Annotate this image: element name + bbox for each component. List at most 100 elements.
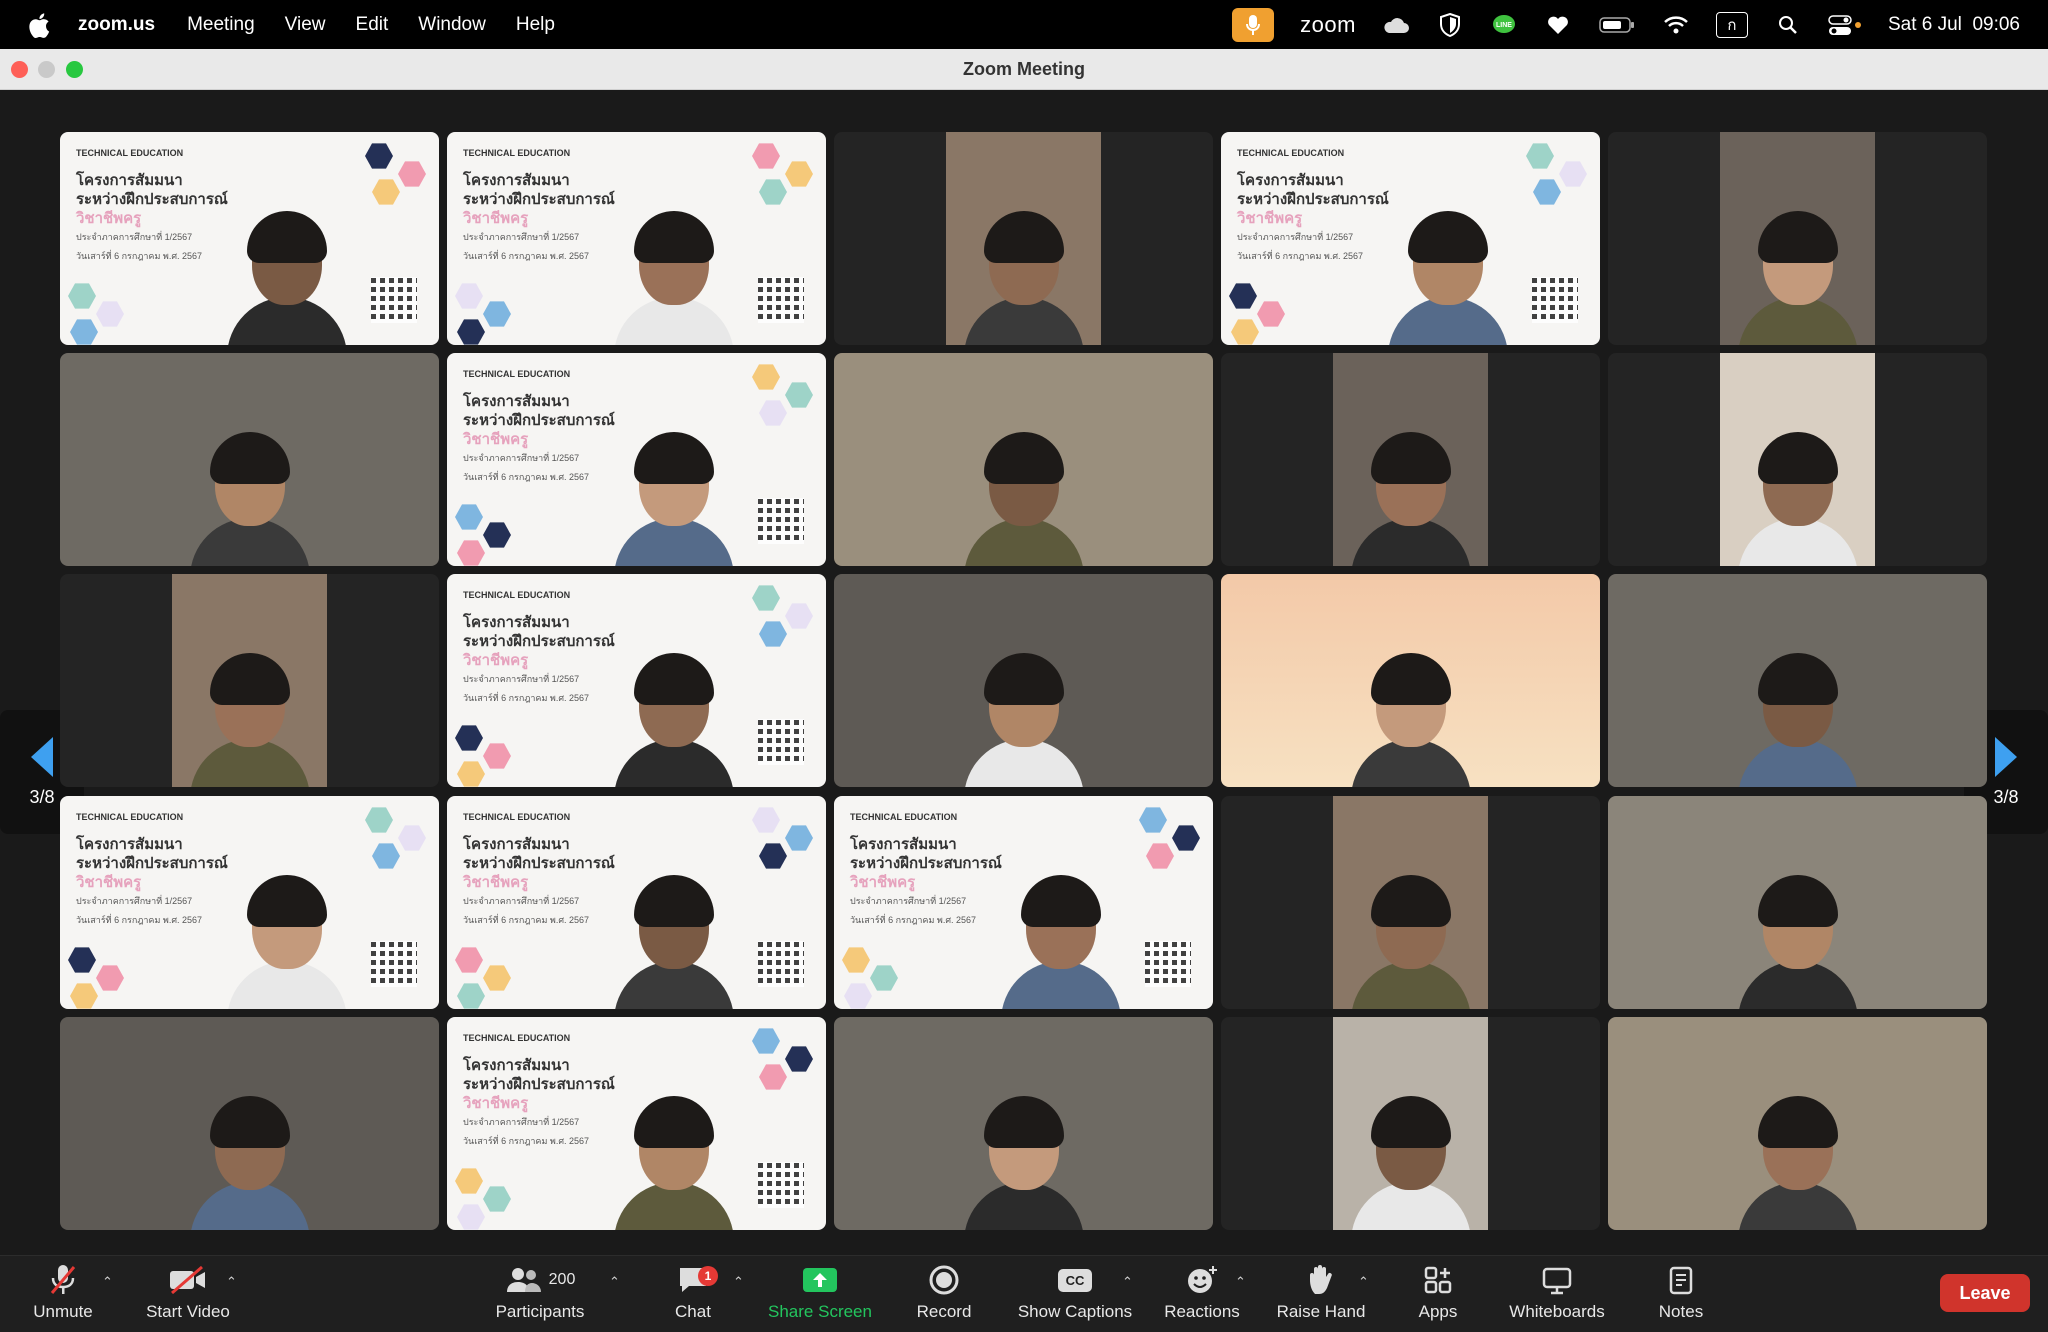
menubar-clock[interactable]: Sat 6 Jul 09:06 [1888,14,2020,36]
slide-date: วันเสาร์ที่ 6 กรกฎาคม พ.ศ. 2567 [463,1136,590,1146]
menu-meeting[interactable]: Meeting [187,14,255,36]
participants-options-caret-icon[interactable]: ⌃ [609,1274,620,1290]
participant-video-tile[interactable] [1608,1017,1987,1230]
record-icon [928,1262,960,1298]
minimize-window-button[interactable] [38,61,55,78]
slide-date: วันเสาร์ที่ 6 กรกฎาคม พ.ศ. 2567 [850,915,977,925]
participant-video-tile[interactable] [1608,353,1987,566]
start-video-button[interactable]: Start Video [142,1262,234,1326]
menu-window[interactable]: Window [418,14,486,36]
slide-semester: ประจำภาคการศึกษาที่ 1/2567 [463,232,580,242]
spotlight-search-icon[interactable] [1774,11,1802,39]
participant-video-tile[interactable] [834,574,1213,787]
menu-app-zoom[interactable]: zoom.us [78,14,155,36]
hexagon-decoration [365,143,393,169]
participant-video-tile[interactable] [1221,353,1600,566]
virtual-background-slide-text: TECHNICAL EDUCATION โครงการสัมมนา ระหว่างฝ… [463,365,615,487]
participant-video-tile[interactable] [1221,796,1600,1009]
participant-video-tile[interactable] [1608,796,1987,1009]
raise-hand-icon [1307,1262,1335,1298]
hexagon-decoration [785,1046,813,1072]
slide-semester: ประจำภาคการศึกษาที่ 1/2567 [76,232,193,242]
raise-hand-options-caret-icon[interactable]: ⌃ [1358,1274,1369,1290]
whiteboards-button[interactable]: Whiteboards [1502,1262,1612,1326]
chat-options-caret-icon[interactable]: ⌃ [733,1274,744,1290]
leave-button[interactable]: Leave [1940,1274,2030,1312]
qr-code-image [758,277,804,323]
participant-video-tile[interactable] [834,1017,1213,1230]
start-video-label: Start Video [146,1302,230,1321]
video-options-caret-icon[interactable]: ⌃ [226,1274,237,1290]
participants-button[interactable]: 200 Participants [490,1262,590,1326]
shield-icon[interactable] [1436,11,1464,39]
participant-video-tile[interactable]: TECHNICAL EDUCATION โครงการสัมมนา ระหว่างฝ… [60,796,439,1009]
participant-video-tile[interactable]: TECHNICAL EDUCATION โครงการสัมมนา ระหว่างฝ… [447,132,826,345]
mic-in-use-indicator[interactable] [1232,7,1275,42]
hexagon-decoration [365,807,393,833]
audio-options-caret-icon[interactable]: ⌃ [102,1274,113,1290]
virtual-background-slide-text: TECHNICAL EDUCATION โครงการสัมมนา ระหว่างฝ… [76,144,228,266]
participant-video-tile[interactable]: TECHNICAL EDUCATION โครงการสัมมนา ระหว่างฝ… [834,796,1213,1009]
hexagon-decoration [372,843,400,869]
record-button[interactable]: Record [914,1262,974,1326]
closed-captions-icon: CC [1057,1262,1093,1298]
participant-figure [963,189,1084,345]
captions-options-caret-icon[interactable]: ⌃ [1122,1274,1133,1290]
slide-title-line1: โครงการสัมมนา [463,614,570,631]
hexagon-decoration [483,1186,511,1212]
participant-video-tile[interactable]: TECHNICAL EDUCATION โครงการสัมมนา ระหว่างฝ… [1221,132,1600,345]
participant-video-tile[interactable] [1608,132,1987,345]
slide-title-accent: วิชาชีพครู [463,874,529,891]
share-screen-button[interactable]: Share Screen [764,1262,876,1326]
menu-edit[interactable]: Edit [356,14,389,36]
slide-logo: TECHNICAL EDUCATION [463,148,571,158]
participant-video-tile[interactable]: TECHNICAL EDUCATION โครงการสัมมนา ระหว่างฝ… [60,132,439,345]
control-center-icon[interactable] [1828,11,1862,39]
menu-view[interactable]: View [285,14,326,36]
battery-icon[interactable] [1598,11,1636,39]
reactions-options-caret-icon[interactable]: ⌃ [1235,1274,1246,1290]
participant-video-tile[interactable] [60,353,439,566]
participant-video-tile[interactable] [834,353,1213,566]
notes-label: Notes [1658,1302,1704,1321]
menu-help[interactable]: Help [516,14,555,36]
zoom-window-button[interactable] [66,61,83,78]
zoom-status-item[interactable]: zoom [1300,12,1356,38]
apps-button[interactable]: Apps [1410,1262,1466,1326]
reactions-button[interactable]: Reactions [1160,1262,1244,1326]
participant-figure [189,1074,310,1230]
participant-video-tile[interactable]: TECHNICAL EDUCATION โครงการสัมมนา ระหว่างฝ… [447,796,826,1009]
slide-title-accent: วิชาชีพครู [850,874,916,891]
apps-label: Apps [1418,1302,1458,1321]
participant-figure [1737,410,1858,566]
hexagon-decoration [398,825,426,851]
participant-video-tile[interactable]: TECHNICAL EDUCATION โครงการสัมมนา ระหว่างฝ… [447,574,826,787]
line-app-icon[interactable]: LINE [1490,11,1518,39]
qr-code-image [371,941,417,987]
participant-video-tile[interactable] [60,1017,439,1230]
virtual-background-slide-text: TECHNICAL EDUCATION โครงการสัมมนา ระหว่างฝ… [76,808,228,930]
hexagon-decoration [457,540,485,566]
notes-button[interactable]: Notes [1652,1262,1710,1326]
heart-icon[interactable] [1544,11,1572,39]
participant-video-tile[interactable]: TECHNICAL EDUCATION โครงการสัมมนา ระหว่างฝ… [447,1017,826,1230]
participant-video-tile[interactable] [1221,574,1600,787]
slide-title-line2: ระหว่างฝึกประสบการณ์ [463,855,615,872]
participant-video-tile[interactable] [60,574,439,787]
participant-figure [227,853,348,1009]
slide-title-line2: ระหว่างฝึกประสบการณ์ [463,1076,615,1093]
apple-logo-icon[interactable] [28,12,50,38]
unmute-button[interactable]: Unmute [30,1262,96,1326]
participant-video-tile[interactable] [1608,574,1987,787]
wifi-icon[interactable] [1662,11,1690,39]
participant-video-tile[interactable]: TECHNICAL EDUCATION โครงการสัมมนา ระหว่างฝ… [447,353,826,566]
participant-video-tile[interactable] [1221,1017,1600,1230]
cloud-icon[interactable] [1382,11,1410,39]
input-source-icon[interactable]: ก [1715,11,1748,38]
record-label: Record [916,1302,972,1321]
participant-video-tile[interactable] [834,132,1213,345]
raise-hand-button[interactable]: Raise Hand [1274,1262,1368,1326]
chat-button[interactable]: 1 Chat [666,1262,720,1326]
show-captions-button[interactable]: CC Show Captions [1014,1262,1136,1326]
close-window-button[interactable] [11,61,28,78]
